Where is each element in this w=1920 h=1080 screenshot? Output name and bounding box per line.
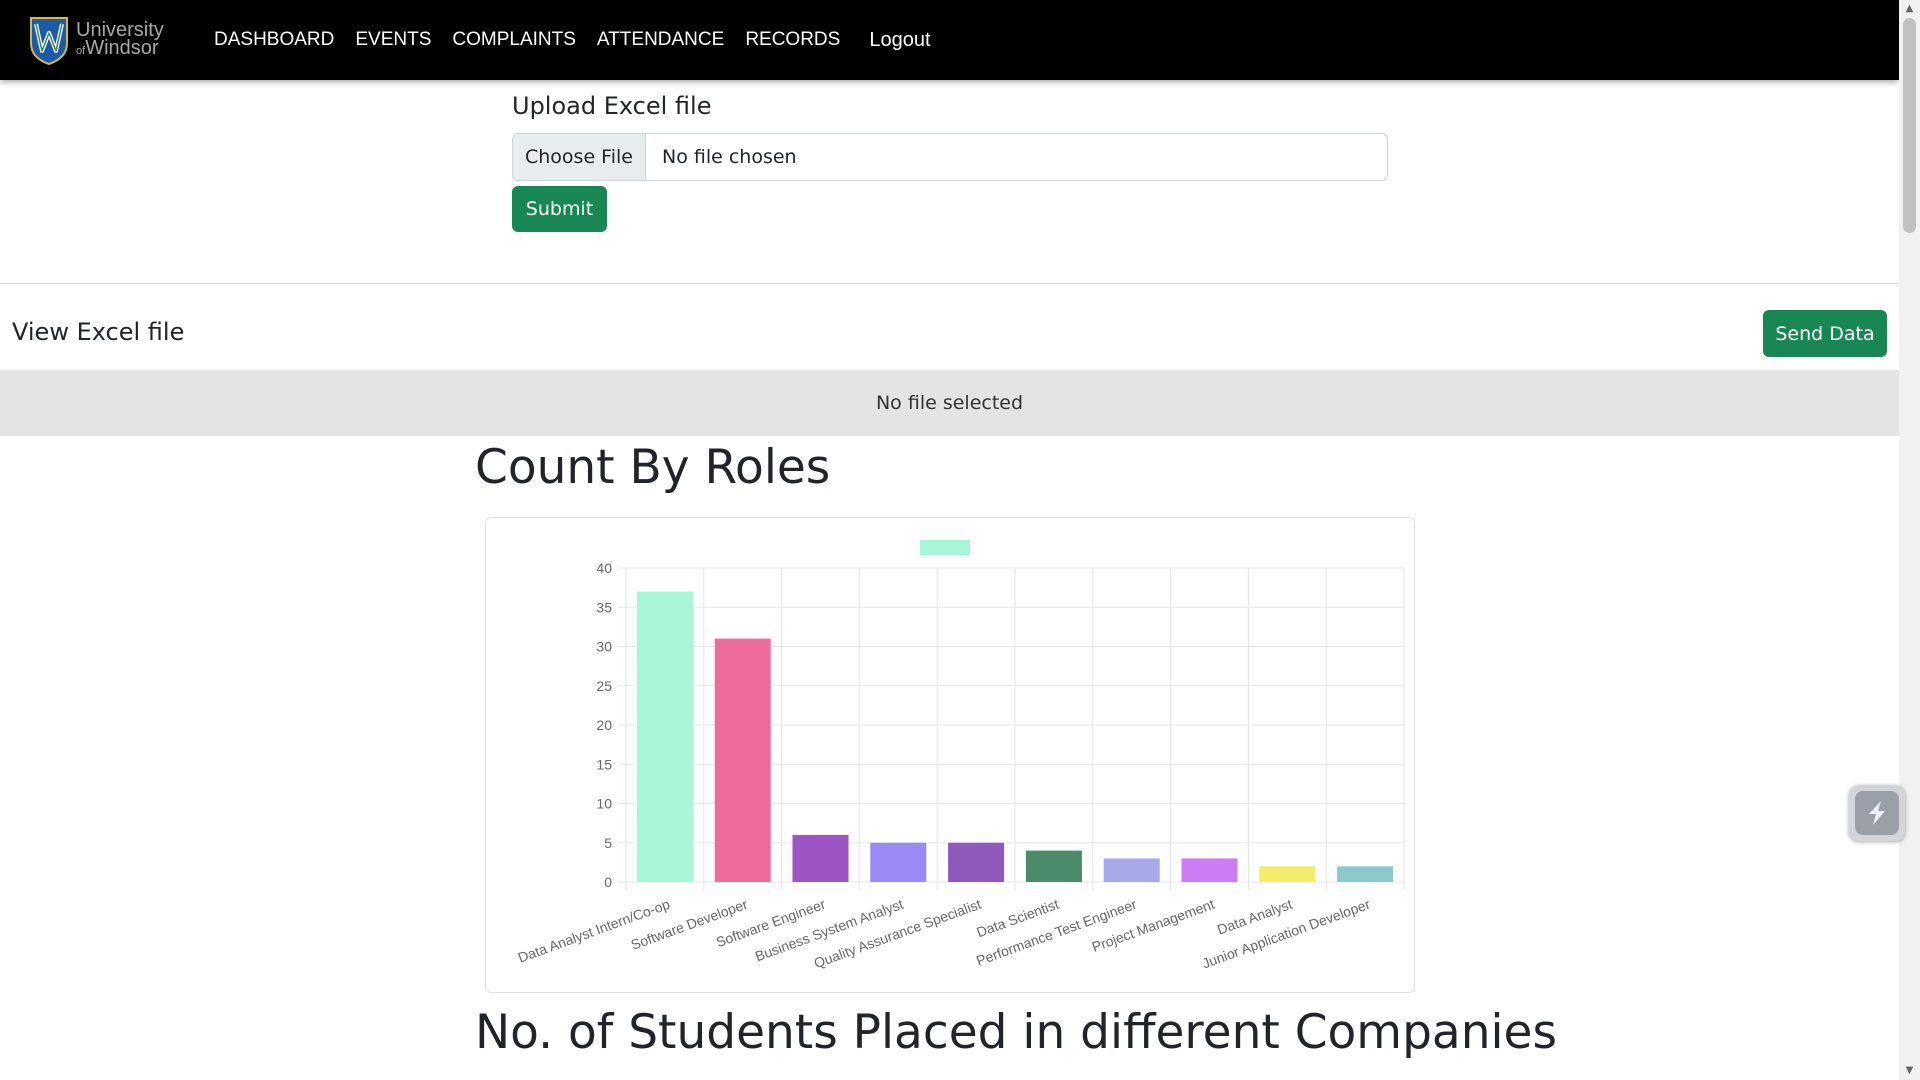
file-status-text: No file chosen [662, 146, 797, 168]
bar [1103, 858, 1160, 882]
no-file-message: No file selected [0, 370, 1899, 436]
divider [0, 283, 1899, 284]
logo-text: University ofWindsor [76, 18, 164, 59]
scroll-down-arrow-icon[interactable]: ▼ [1899, 1062, 1920, 1080]
y-tick-label: 40 [596, 560, 612, 576]
lightning-icon [1855, 791, 1899, 835]
bar [714, 638, 771, 882]
choose-file-button[interactable]: Choose File [513, 134, 646, 180]
count-by-roles-chart: 0510152025303540Data Analyst Intern/Co-o… [516, 540, 1405, 972]
bar [1181, 858, 1238, 882]
file-input[interactable]: Choose File No file chosen [512, 133, 1388, 181]
bar [1025, 850, 1082, 882]
logout-link[interactable]: Logout [869, 29, 930, 52]
top-navbar: University ofWindsor DASHBOARD EVENTS CO… [0, 0, 1899, 80]
y-tick-label: 30 [596, 639, 612, 655]
floating-widget-button[interactable] [1849, 785, 1905, 841]
vertical-scrollbar[interactable]: ▲ ▼ [1899, 0, 1920, 1080]
y-tick-label: 10 [596, 796, 612, 812]
y-tick-label: 5 [604, 835, 612, 851]
bar [870, 842, 927, 882]
y-tick-label: 35 [596, 599, 612, 615]
university-logo[interactable]: University ofWindsor [28, 12, 164, 68]
nav-events[interactable]: EVENTS [355, 29, 431, 51]
shield-logo-icon [30, 17, 68, 65]
main-nav: DASHBOARD EVENTS COMPLAINTS ATTENDANCE R… [214, 0, 931, 80]
scroll-up-arrow-icon[interactable]: ▲ [1899, 0, 1920, 18]
y-tick-label: 15 [596, 756, 612, 772]
bar [1337, 866, 1394, 882]
legend-swatch [920, 540, 970, 555]
bar [1259, 866, 1316, 882]
nav-complaints[interactable]: COMPLAINTS [452, 29, 576, 51]
nav-attendance[interactable]: ATTENDANCE [597, 29, 724, 51]
bar [792, 834, 849, 882]
send-data-button[interactable]: Send Data [1763, 310, 1887, 357]
bar [636, 591, 693, 882]
section-title-count-by-roles: Count By Roles [475, 440, 831, 495]
nav-records[interactable]: RECORDS [745, 29, 840, 51]
upload-title: Upload Excel file [512, 92, 712, 120]
scroll-thumb[interactable] [1903, 18, 1916, 233]
y-tick-label: 20 [596, 717, 612, 733]
nav-dashboard[interactable]: DASHBOARD [214, 29, 334, 51]
section-title-students-placed: No. of Students Placed in different Comp… [475, 1005, 1557, 1060]
submit-button[interactable]: Submit [512, 186, 607, 232]
bar [948, 842, 1005, 882]
no-file-text: No file selected [875, 392, 1024, 414]
chart-card: 0 5 10 15 20 25 30 35 40 Data Analyst Intern/Co-o… [485, 517, 1415, 993]
view-title: View Excel file [12, 318, 185, 346]
y-tick-label: 0 [604, 874, 612, 890]
y-tick-label: 25 [596, 678, 612, 694]
